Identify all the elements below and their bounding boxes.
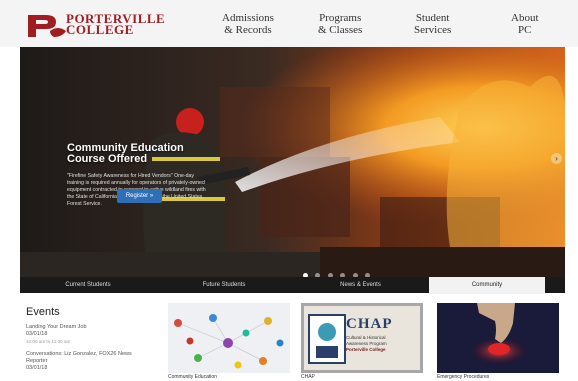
- register-button[interactable]: Register »: [117, 189, 162, 203]
- nav-label-line1: Student: [415, 12, 450, 24]
- tab-news-events[interactable]: News & Events: [292, 277, 429, 293]
- tab-future-students[interactable]: Future Students: [156, 277, 292, 293]
- event-title: Landing Your Dream Job: [26, 324, 87, 330]
- nav-label-line1: About: [511, 12, 539, 24]
- promo-emergency[interactable]: [437, 303, 559, 373]
- site-header: PORTERVILLE COLLEGE Admissions & Records…: [0, 0, 578, 47]
- nav-label-line2: & Records: [224, 24, 272, 36]
- chap-college-name: Porterville College: [346, 347, 386, 352]
- event-item[interactable]: Landing Your Dream Job 03/01/18 10:00 am…: [26, 324, 151, 345]
- event-item[interactable]: Conversations: Liz Gonzalez, FOX26 News …: [26, 351, 151, 372]
- community-pins-image: [168, 303, 290, 373]
- porterville-college-logo[interactable]: PORTERVILLE COLLEGE: [26, 11, 166, 39]
- nav-admissions-records[interactable]: Admissions & Records: [222, 12, 274, 36]
- slide-dots: [303, 265, 373, 277]
- event-time: 10:00 am to 11:00 am: [26, 339, 71, 344]
- event-title: Conversations: Liz Gonzalez, FOX26 News …: [26, 351, 132, 364]
- promo-chap[interactable]: CHAP Cultural & Historical Awareness Pro…: [301, 303, 423, 373]
- chap-title: CHAP: [346, 316, 393, 332]
- nav-label-line2: Services: [414, 24, 452, 36]
- events-heading: Events: [26, 306, 60, 318]
- event-date: 03/01/18: [26, 331, 48, 337]
- pc-logo-mark: [28, 15, 66, 37]
- events-panel: Events Landing Your Dream Job 03/01/18 1…: [26, 306, 151, 372]
- promo-caption[interactable]: Community Education: [168, 374, 217, 380]
- logo-wordmark: PORTERVILLE COLLEGE: [66, 12, 165, 36]
- hero-title: Community Education Course Offered: [67, 143, 212, 165]
- event-date: 03/01/18: [26, 365, 48, 371]
- nav-label-line2: & Classes: [318, 24, 363, 36]
- chap-logo-icon: [308, 314, 346, 364]
- nav-label-line1: Admissions: [222, 12, 274, 24]
- next-slide-arrow-icon[interactable]: ›: [551, 153, 562, 164]
- hero-slider: Community Education Course Offered "Fire…: [20, 47, 565, 277]
- nav-label-line2: PC: [518, 24, 532, 36]
- nav-about-pc[interactable]: About PC: [511, 12, 539, 36]
- tab-current-students[interactable]: Current Students: [20, 277, 156, 293]
- promo-community-education[interactable]: [168, 303, 290, 373]
- chap-subtitle: Cultural & Historical Awareness Program …: [346, 335, 416, 353]
- promo-caption[interactable]: CHAP: [301, 374, 315, 380]
- emergency-button-image: [437, 303, 559, 373]
- audience-tabs: Current Students Future Students News & …: [20, 277, 565, 294]
- nav-label-line1: Programs: [319, 12, 362, 24]
- chap-card: CHAP Cultural & Historical Awareness Pro…: [304, 306, 420, 370]
- nav-student-services[interactable]: Student Services: [414, 12, 451, 36]
- hero-title-line2: Course Offered: [67, 153, 148, 165]
- tab-community[interactable]: Community: [429, 277, 545, 294]
- promo-caption[interactable]: Emergency Procedures: [437, 374, 489, 380]
- nav-programs-classes[interactable]: Programs & Classes: [318, 12, 362, 36]
